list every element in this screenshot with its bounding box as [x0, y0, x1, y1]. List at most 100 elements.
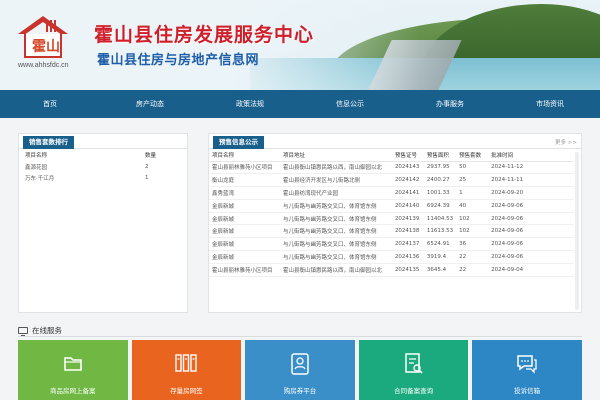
scrollbar[interactable] [575, 152, 579, 310]
presale-permit-no: 2024141 [391, 186, 424, 200]
service-label: 商品房网上备案 [50, 387, 96, 395]
presale-permit-no: 2024143 [391, 161, 424, 175]
approval-date: 2024-09-04 [488, 263, 573, 277]
column-header: 项目名称 [209, 149, 280, 162]
table-row[interactable]: 衡山龙庭 霍山县经济开发区与儿街路北侧 2024142 2400.27 25 2024-1… [209, 173, 573, 188]
presale-area: 2937.95 [423, 161, 457, 175]
table-row[interactable]: 鑫源花园 2 [19, 161, 187, 172]
main-nav: 首页 房产动态 政策法规 信息公示 办事服务 市场资讯 [0, 90, 600, 118]
presale-area: 1001.33 [423, 186, 457, 200]
table-row[interactable]: 霍山县丽林雅苑小区项目 霍山县衡山镇惠民路以西，南山御园以北 2024143 2937… [209, 161, 573, 175]
presale-area: 3919.4 [423, 250, 457, 264]
project-name[interactable]: 金辰新城 [209, 224, 280, 239]
approval-date: 2024-09-06 [488, 212, 573, 226]
service-tile-resale-signing[interactable]: 存量房网签 [131, 340, 242, 400]
presale-permit-no: 2024138 [391, 224, 424, 239]
presale-permit-no: 2024140 [391, 199, 424, 213]
nav-item-property-news[interactable]: 房产动态 [100, 90, 200, 118]
presale-units: 36 [456, 237, 489, 252]
approval-date: 2024-09-06 [488, 237, 573, 252]
approval-date: 2024-09-06 [488, 250, 573, 264]
approval-date: 2024-09-06 [488, 224, 573, 239]
service-tile-contract-query[interactable]: 合同备案查询 [358, 340, 469, 400]
presale-units: 22 [456, 263, 489, 277]
project-name[interactable]: 金辰新城 [209, 237, 280, 252]
sales-count: 2 [145, 163, 149, 170]
nav-item-policies[interactable]: 政策法规 [200, 90, 300, 118]
services-heading: 在线服务 [18, 325, 62, 336]
service-label: 购房券平台 [283, 387, 317, 395]
approval-date: 2024-09-06 [488, 199, 573, 213]
project-address: 霍山县衡山镇惠民路以西，南山御园以北 [279, 161, 392, 175]
presale-area: 11404.53 [423, 212, 457, 226]
presale-area: 11613.53 [423, 224, 457, 239]
presale-units: 102 [456, 224, 489, 239]
service-tile-voucher-platform[interactable]: 购房券平台 [245, 340, 355, 400]
sales-count: 1 [145, 174, 149, 181]
service-tile-online-filing[interactable]: 商品房网上备案 [18, 340, 128, 400]
table-row[interactable]: 金辰新城 与儿街路与幽芳路交叉口、体育馆东侧 2024138 11613.53 102 2… [209, 224, 573, 239]
sales-rank-panel: 销售套数排行 项目名称 数量 鑫源花园 2 万东·千江月 1 [18, 133, 188, 313]
project-name[interactable]: 霍山县丽林雅苑小区项目 [209, 263, 280, 277]
service-tile-complaint-mailbox[interactable]: 投诉信箱 [472, 340, 582, 400]
approval-date: 2024-11-11 [488, 173, 573, 188]
project-name[interactable]: 金辰新城 [209, 250, 280, 264]
column-header: 预售套数 [456, 149, 489, 162]
approval-date: 2024-09-20 [488, 186, 573, 200]
table-row[interactable]: 万东·千江月 1 [19, 172, 187, 183]
sales-rank-tab[interactable]: 销售套数排行 [23, 136, 74, 149]
presale-area: 2400.27 [423, 173, 457, 188]
table-row[interactable]: 金辰新城 与儿街路与幽芳路交叉口、体育馆东侧 2024136 3919.4 22 2024… [209, 250, 573, 264]
presale-permit-no: 2024136 [391, 250, 424, 264]
project-address: 与儿街路与幽芳路交叉口、体育馆东侧 [279, 224, 392, 239]
divider [18, 336, 582, 337]
project-name[interactable]: 鑫秀蓝湾 [209, 186, 280, 200]
service-tiles: 商品房网上备案 存量房网签 购房券平台 合同备案查询 投诉信箱 [18, 340, 582, 400]
table-row[interactable]: 鑫秀蓝湾 霍山县纺湾现代产业园 2024141 1001.33 1 2024-09-20 [209, 186, 573, 200]
project-address: 与儿街路与幽芳路交叉口、体育馆东侧 [279, 250, 392, 264]
nav-item-home[interactable]: 首页 [0, 90, 100, 118]
table-row[interactable]: 金辰新城 与儿街路与幽芳路交叉口、体育馆东侧 2024137 6524.91 36 202… [209, 237, 573, 252]
presale-units: 40 [456, 199, 489, 213]
presale-permit-no: 2024135 [391, 263, 424, 277]
project-name[interactable]: 鑫源花园 [19, 161, 139, 172]
service-label: 投诉信箱 [514, 387, 541, 395]
nav-item-services[interactable]: 办事服务 [400, 90, 500, 118]
more-link[interactable]: 更多 >> [555, 138, 577, 146]
site-subtitle: 霍山县住房与房地产信息网 [97, 53, 260, 68]
project-address: 霍山县衡山镇惠民路以西，南山御园以北 [279, 263, 392, 277]
service-label: 合同备案查询 [394, 387, 434, 395]
table-row[interactable]: 金辰新城 与儿街路与幽芳路交叉口、体育馆东侧 2024139 11404.53 102 2… [209, 212, 573, 226]
presale-area: 3645.4 [423, 263, 457, 277]
archive-icon [175, 354, 198, 372]
nav-item-market-info[interactable]: 市场资讯 [500, 90, 600, 118]
project-name[interactable]: 金辰新城 [209, 212, 280, 226]
folder-icon [63, 357, 82, 371]
presale-panel: 预售信息公示 更多 >> 项目名称 项目地址 预售证号 预售面积 预售套数 批准… [208, 133, 582, 313]
project-name[interactable]: 衡山龙庭 [209, 173, 280, 188]
presale-area: 6924.39 [423, 199, 457, 213]
column-header: 预售面积 [423, 149, 457, 162]
presale-permit-no: 2024137 [391, 237, 424, 252]
site-logo[interactable]: 霍山 [18, 16, 68, 58]
service-label: 存量房网签 [170, 387, 203, 395]
presale-permit-no: 2024139 [391, 212, 424, 226]
presale-units: 25 [456, 173, 489, 188]
nav-item-public-info[interactable]: 信息公示 [300, 90, 400, 118]
presale-units: 102 [456, 212, 489, 226]
table-row[interactable]: 霍山县丽林雅苑小区项目 霍山县衡山镇惠民路以西，南山御园以北 2024135 3645… [209, 263, 573, 277]
table-row[interactable]: 金辰新城 与儿街路与幽芳路交叉口、体育馆东侧 2024140 6924.39 40 202… [209, 199, 573, 213]
project-name[interactable]: 万东·千江月 [19, 172, 139, 183]
presale-units: 50 [456, 161, 489, 175]
chat-icon [517, 355, 537, 374]
header-banner: 霍山 www.ahhsfdc.cn 霍山县住房发展服务中心 霍山县住房与房地产信… [0, 0, 600, 90]
project-address: 霍山县经济开发区与儿街路北侧 [279, 173, 392, 188]
approval-date: 2024-11-12 [488, 161, 573, 175]
column-header: 预售证号 [391, 149, 424, 162]
site-domain: www.ahhsfdc.cn [18, 62, 69, 69]
project-name[interactable]: 金辰新城 [209, 199, 280, 213]
logo-mark: 霍山 [32, 39, 60, 55]
project-name[interactable]: 霍山县丽林雅苑小区项目 [209, 161, 280, 175]
project-address: 与儿街路与幽芳路交叉口、体育馆东侧 [279, 199, 392, 213]
presale-tab[interactable]: 预售信息公示 [213, 136, 264, 149]
